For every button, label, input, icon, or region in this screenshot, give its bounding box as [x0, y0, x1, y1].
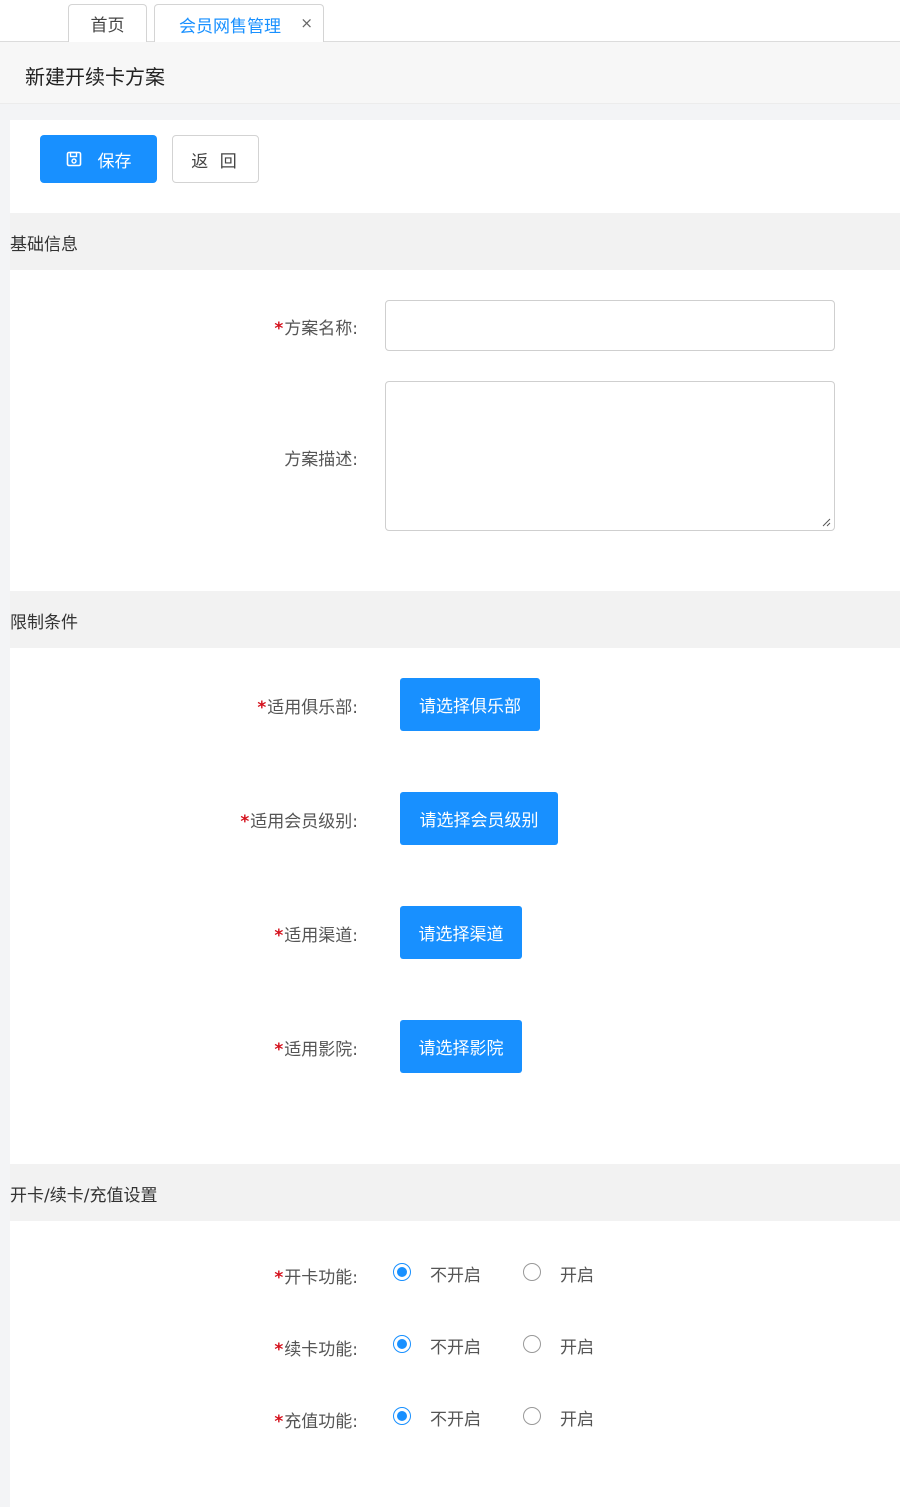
member-level-label-text: 适用会员级别:: [250, 812, 358, 832]
required-mark: *: [274, 1340, 284, 1360]
recharge-on-radio[interactable]: [523, 1407, 541, 1425]
plan-name-label: *方案名称:: [10, 314, 358, 339]
section-limits-title: 限制条件: [10, 613, 78, 633]
plan-desc-label-text: 方案描述:: [284, 450, 358, 470]
back-button[interactable]: 返 回: [172, 135, 259, 183]
channel-label-text: 适用渠道:: [284, 926, 358, 946]
recharge-off-radio[interactable]: [393, 1407, 411, 1425]
select-member-level-button[interactable]: 请选择会员级别: [400, 792, 558, 845]
save-button-label: 保存: [97, 151, 132, 172]
select-cinema-button[interactable]: 请选择影院: [400, 1020, 522, 1073]
renew-card-on-label: 开启: [560, 1338, 594, 1358]
required-mark: *: [274, 1268, 284, 1288]
renew-card-label: *续卡功能:: [10, 1335, 358, 1360]
renew-card-off-radio[interactable]: [393, 1335, 411, 1353]
select-cinema-button-label: 请选择影院: [418, 1039, 504, 1059]
club-label-text: 适用俱乐部:: [267, 698, 358, 718]
section-settings-header: 开卡/续卡/充值设置: [10, 1164, 900, 1221]
select-channel-button-label: 请选择渠道: [418, 925, 504, 945]
cinema-label-text: 适用影院:: [284, 1040, 358, 1060]
open-card-label-text: 开卡功能:: [284, 1268, 358, 1288]
tab-home[interactable]: 首页: [68, 4, 147, 42]
member-level-label: *适用会员级别:: [10, 807, 358, 832]
close-icon[interactable]: ×: [300, 15, 313, 31]
recharge-label-text: 充值功能:: [284, 1412, 358, 1432]
section-basic-title: 基础信息: [10, 235, 78, 255]
plan-desc-textarea[interactable]: [385, 381, 835, 531]
plan-name-label-text: 方案名称:: [284, 319, 358, 339]
tab-bar: 首页 会员网售管理 ×: [0, 0, 900, 43]
plan-desc-label: 方案描述:: [10, 445, 358, 470]
select-club-button[interactable]: 请选择俱乐部: [400, 678, 540, 731]
required-mark: *: [257, 698, 267, 718]
renew-card-off-label: 不开启: [430, 1338, 481, 1358]
open-card-off-radio[interactable]: [393, 1263, 411, 1281]
open-card-on-label: 开启: [560, 1266, 594, 1286]
back-button-label: 返 回: [191, 151, 240, 172]
open-card-on-radio[interactable]: [523, 1263, 541, 1281]
club-label: *适用俱乐部:: [10, 693, 358, 718]
required-mark: *: [274, 319, 284, 339]
required-mark: *: [274, 926, 284, 946]
select-channel-button[interactable]: 请选择渠道: [400, 906, 522, 959]
channel-label: *适用渠道:: [10, 921, 358, 946]
required-mark: *: [274, 1040, 284, 1060]
tab-member-sales-label: 会员网售管理: [179, 16, 281, 37]
renew-card-on-radio[interactable]: [523, 1335, 541, 1353]
required-mark: *: [240, 812, 250, 832]
section-limits-header: 限制条件: [10, 591, 900, 648]
recharge-on-label: 开启: [560, 1410, 594, 1430]
recharge-off-label: 不开启: [430, 1410, 481, 1430]
form-card: 保存 返 回 基础信息 *方案名称: 方案描述: 限制条件 *适用俱乐部: 请选…: [10, 120, 900, 1507]
save-button[interactable]: 保存: [40, 135, 157, 183]
section-basic-header: 基础信息: [10, 213, 900, 270]
tab-member-sales[interactable]: 会员网售管理 ×: [154, 4, 324, 43]
cinema-label: *适用影院:: [10, 1035, 358, 1060]
tab-home-label: 首页: [90, 16, 125, 36]
select-club-button-label: 请选择俱乐部: [419, 697, 521, 717]
renew-card-label-text: 续卡功能:: [284, 1340, 358, 1360]
page-header: 新建开续卡方案: [0, 42, 900, 104]
recharge-label: *充值功能:: [10, 1407, 358, 1432]
required-mark: *: [274, 1412, 284, 1432]
page-title: 新建开续卡方案: [25, 65, 165, 89]
plan-name-input[interactable]: [385, 300, 835, 351]
save-icon: [66, 151, 81, 167]
open-card-off-label: 不开启: [430, 1266, 481, 1286]
section-settings-title: 开卡/续卡/充值设置: [10, 1186, 158, 1206]
resize-grip-icon[interactable]: [821, 517, 831, 527]
open-card-label: *开卡功能:: [10, 1263, 358, 1288]
select-member-level-button-label: 请选择会员级别: [419, 811, 539, 831]
